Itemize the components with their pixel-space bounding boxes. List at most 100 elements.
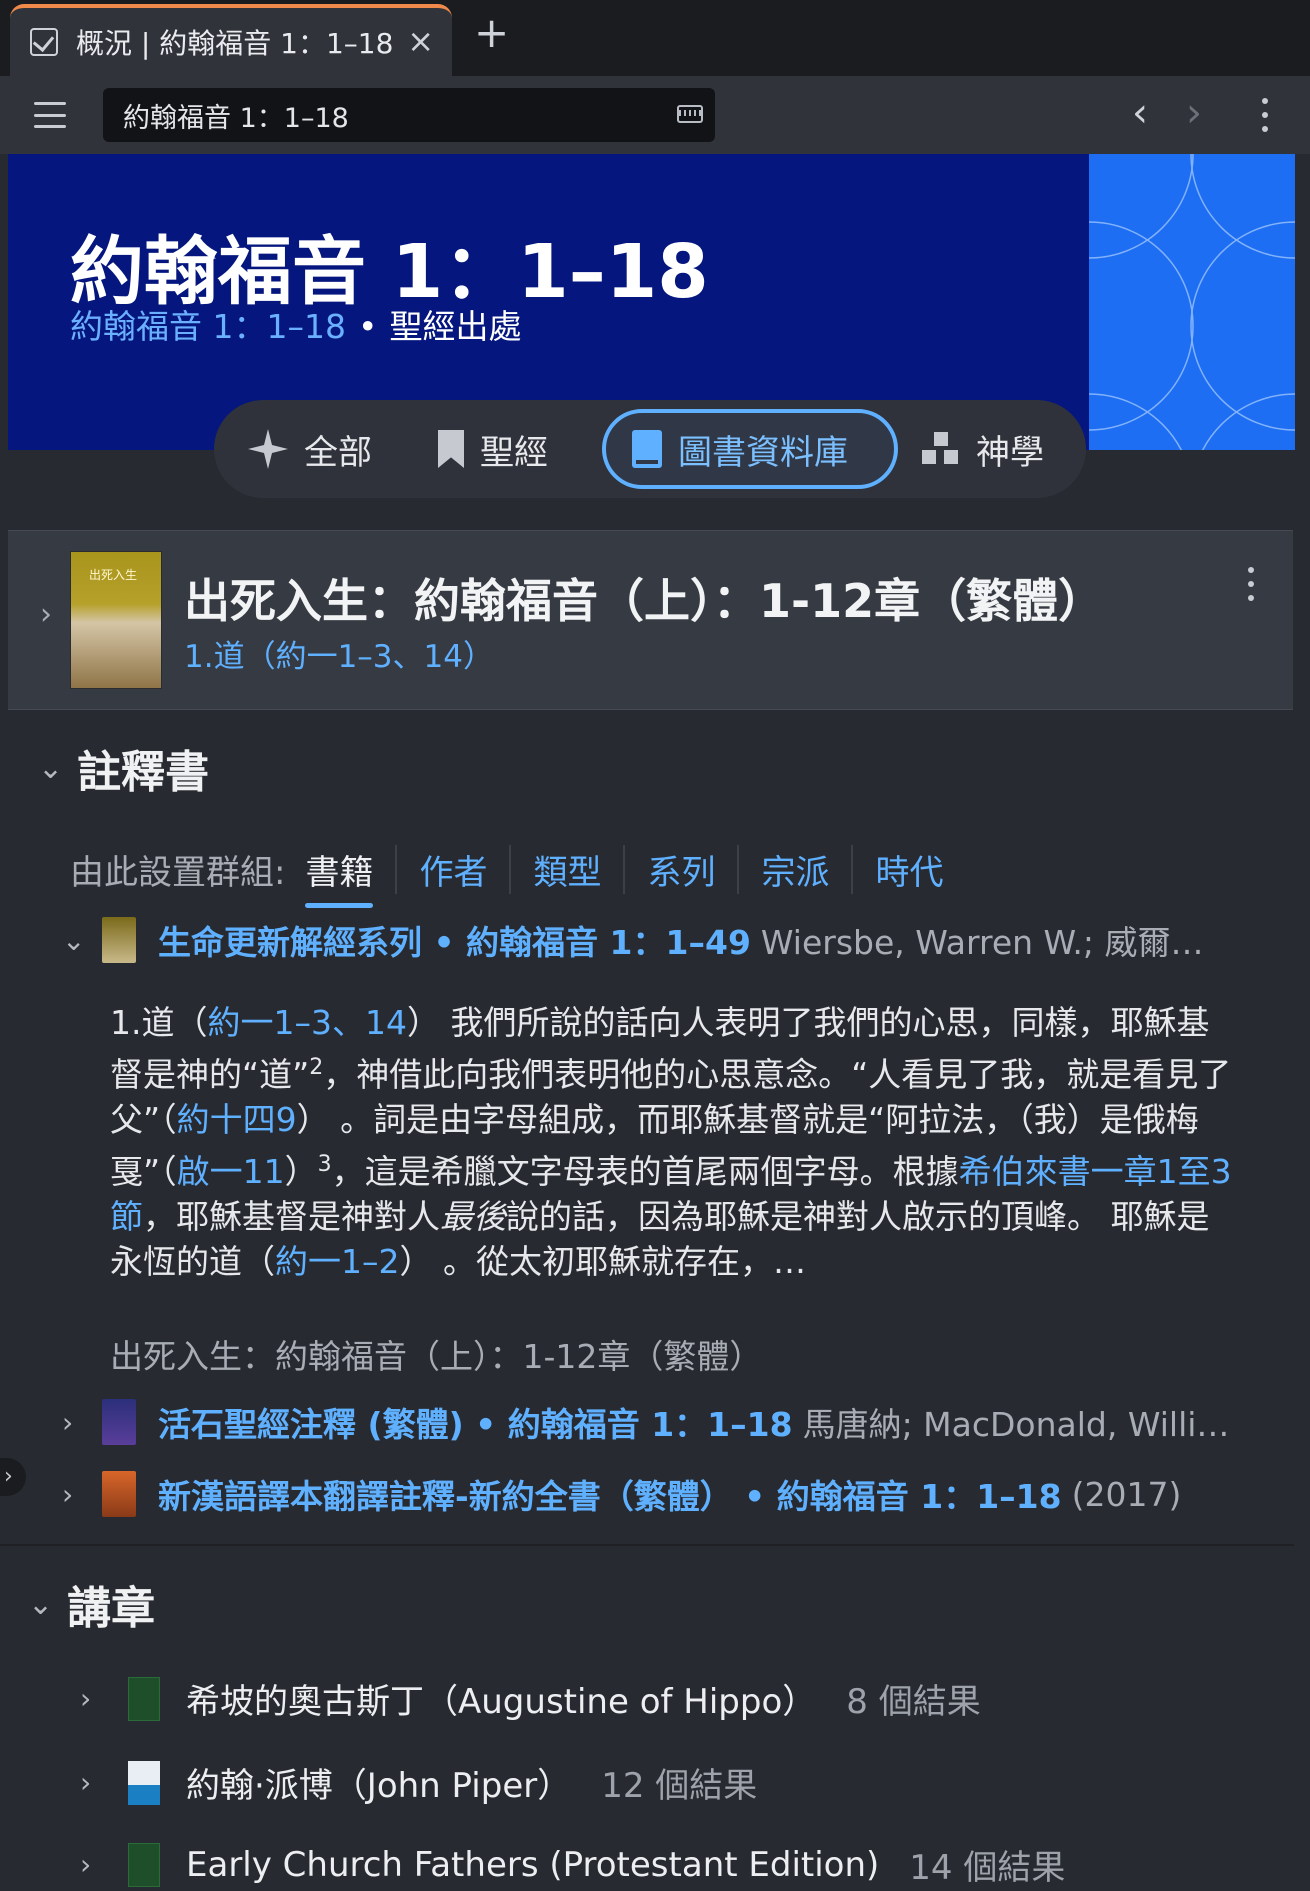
search-value: 約翰福音 1：1–18 [123,102,349,134]
excerpt-source[interactable]: 出死入生：約翰福音（上）：1-12章（繁體） [110,1330,762,1378]
filter-all[interactable]: 全部 [248,409,438,489]
result-author: (2017) [1071,1474,1182,1514]
decorative-star-pattern [1089,154,1295,450]
result-count: 12 個結果 [601,1766,758,1806]
reference-kind: 聖經出處 [389,307,522,346]
group-by-era[interactable]: 時代 [851,844,965,894]
subtitle-separator: • [357,307,378,346]
book-cover [102,1471,136,1517]
chevron-right-icon[interactable]: › [80,1682,128,1715]
sermon-row[interactable]: › Early Church Fathers (Protestant Editi… [80,1840,1065,1889]
result-author: 馬唐納; MacDonald, Willi… [802,1405,1230,1444]
filter-label: 全部 [304,432,372,473]
section-sermons[interactable]: ⌄ 講章 [28,1572,155,1636]
result-count: 8 個結果 [846,1682,981,1722]
filter-label: 圖書資料庫 [678,432,848,473]
book-cover: 出死入生 [70,551,162,689]
search-input[interactable]: 約翰福音 1：1–18 [103,88,715,142]
result-excerpt: 1.道（約一1–3、14） 我們所說的話向人表明了我們的心思，同樣，耶穌基督是神… [110,1000,1236,1284]
sparkle-icon [248,429,288,469]
scripture-link[interactable]: 啟一11 [177,1152,285,1191]
book-cover [128,1676,160,1721]
menu-icon[interactable] [34,102,66,128]
sermon-row[interactable]: › 約翰·派博（John Piper） 12 個結果 [80,1758,757,1807]
new-tab-button[interactable]: + [474,12,509,54]
more-options-icon[interactable] [1262,98,1268,132]
side-panel-toggle[interactable]: › [0,1458,26,1496]
filter-bible[interactable]: 聖經 [438,409,602,489]
book-cover [128,1842,160,1887]
cover-text: 出死入生 [89,568,138,582]
filter-bar: 全部 聖經 圖書資料庫 神學 [214,400,1086,498]
group-by-denomination[interactable]: 宗派 [737,844,851,894]
keyboard-icon[interactable] [677,105,703,123]
more-options-icon[interactable] [1248,567,1254,611]
result-count: 14 個結果 [909,1848,1066,1888]
excerpt-text: ，耶穌基督是神對人 [143,1197,440,1236]
filter-label: 聖經 [480,432,548,473]
scripture-link[interactable]: 約一1–2 [275,1242,400,1281]
chevron-right-icon[interactable]: › [62,1478,102,1511]
back-button[interactable]: ‹ [1132,90,1148,136]
chevron-right-icon[interactable]: › [40,597,52,632]
scripture-link[interactable]: 約一1–3、14 [208,1003,407,1042]
forward-button[interactable]: › [1186,90,1202,136]
section-title: 講章 [67,1583,156,1634]
book-cover [102,1399,136,1445]
hero-artwork [1089,154,1295,450]
result-author: Wiersbe, Warren W.; 威爾… [760,923,1204,962]
filter-label: 神學 [976,432,1044,473]
section-commentaries[interactable]: ⌄ 註釋書 [38,736,209,800]
group-by-series[interactable]: 系列 [623,844,737,894]
excerpt-text: 1.道（ [110,1003,208,1042]
chevron-down-icon[interactable]: ⌄ [62,924,102,957]
book-cover [128,1760,160,1805]
excerpt-text: ） [284,1152,318,1191]
chevron-right-icon[interactable]: › [62,1406,102,1439]
toolbar: 約翰福音 1：1–18 ‹ › [0,76,1310,154]
book-icon [632,430,662,468]
group-by-label: 由此設置群組: [70,852,286,893]
sermon-author[interactable]: 希坡的奧古斯丁（Augustine of Hippo） [186,1674,816,1723]
group-by-type[interactable]: 類型 [509,844,623,894]
chevron-right-icon[interactable]: › [80,1848,128,1881]
section-divider [0,1544,1294,1546]
page-subtitle: 約翰福音 1：1–18 • 聖經出處 [70,300,521,348]
result-row[interactable]: › 新漢語譯本翻譯註釋-新約全書（繁體） • 約翰福音 1：1–18 (2017… [62,1470,1181,1518]
chevron-down-icon: ⌄ [38,750,64,786]
sermon-row[interactable]: › 希坡的奧古斯丁（Augustine of Hippo） 8 個結果 [80,1674,981,1723]
close-icon[interactable]: × [407,22,434,60]
result-title[interactable]: 活石聖經注釋 (繁體) • 約翰福音 1：1–18 [158,1398,793,1446]
excerpt-text: ） 。從太初耶穌就存在，… [399,1242,807,1281]
result-row[interactable]: › 活石聖經注釋 (繁體) • 約翰福音 1：1–18 馬唐納; MacDona… [62,1398,1229,1446]
filter-theology[interactable]: 神學 [922,409,1082,489]
scripture-link[interactable]: 約十四9 [177,1100,297,1139]
chevron-down-icon: ⌄ [28,1586,54,1622]
book-cover [102,917,136,963]
sermon-author[interactable]: 約翰·派博（John Piper） [186,1758,571,1807]
featured-book-card[interactable]: › 出死入生 出死入生：約翰福音（上）：1-12章（繁體） 1.道（約一1–3、… [8,530,1293,710]
result-row[interactable]: ⌄ 生命更新解經系列 • 約翰福音 1：1–49 Wiersbe, Warren… [62,916,1204,964]
book-title[interactable]: 出死入生：約翰福音（上）：1-12章（繁體） [184,565,1104,631]
tab-title: 概況 | 約翰福音 1：1–18 [76,27,394,60]
excerpt-emphasis: 最後 [440,1197,506,1236]
tab-overview[interactable]: 概況 | 約翰福音 1：1–18 × [10,4,452,76]
checkbox-icon [30,28,58,56]
excerpt-text: ，這是希臘文字母表的首尾兩個字母。根據 [331,1152,959,1191]
blocks-icon [922,432,960,466]
group-by-bar: 由此設置群組: 書籍 作者 類型 系列 宗派 時代 [70,838,965,908]
footnote-marker[interactable]: 3 [318,1152,332,1177]
result-title[interactable]: 生命更新解經系列 • 約翰福音 1：1–49 [158,916,751,964]
bookmark-icon [438,430,464,468]
filter-library[interactable]: 圖書資料庫 [602,409,898,489]
result-title[interactable]: 新漢語譯本翻譯註釋-新約全書（繁體） • 約翰福音 1：1–18 [158,1470,1062,1518]
footnote-marker[interactable]: 2 [309,1055,323,1080]
sermon-author[interactable]: Early Church Fathers (Protestant Edition… [186,1845,879,1885]
chevron-right-icon[interactable]: › [80,1766,128,1799]
section-title: 註釋書 [77,747,210,798]
tab-strip: 概況 | 約翰福音 1：1–18 × + [0,0,1310,76]
book-section-link[interactable]: 1.道（約一1–3、14） [184,631,494,676]
group-by-author[interactable]: 作者 [395,844,509,894]
group-by-book[interactable]: 書籍 [305,845,395,908]
reference-link[interactable]: 約翰福音 1：1–18 [70,307,346,346]
